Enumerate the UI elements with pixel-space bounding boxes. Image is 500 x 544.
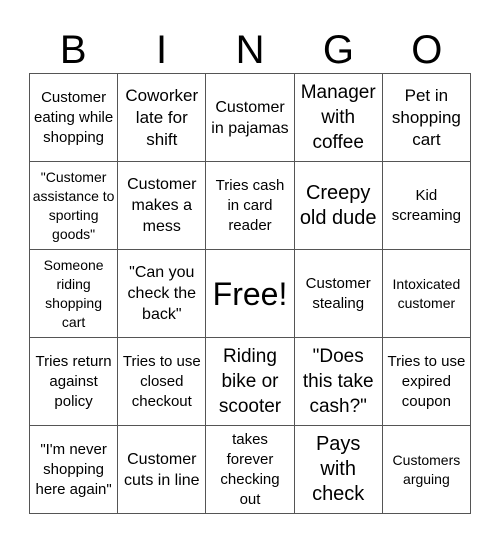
- bingo-header: B I N G O: [29, 26, 471, 74]
- bingo-cell[interactable]: "Customer assistance to sporting goods": [30, 162, 119, 250]
- bingo-cell[interactable]: Customer cuts in line: [118, 426, 207, 514]
- header-letter-n: N: [235, 28, 265, 72]
- header-letter-g: G: [322, 28, 354, 72]
- bingo-cell[interactable]: "Can you check the back": [118, 250, 207, 338]
- bingo-cell[interactable]: Kid screaming: [382, 162, 471, 250]
- bingo-cell[interactable]: Tries to use closed checkout: [118, 338, 207, 426]
- bingo-cell[interactable]: Customer makes a mess: [118, 162, 207, 250]
- bingo-cell[interactable]: Customer eating while shopping: [30, 74, 119, 162]
- header-letter-b: B: [59, 28, 87, 72]
- bingo-cell[interactable]: Customer stealing: [294, 250, 383, 338]
- bingo-cell[interactable]: Pet in shopping cart: [382, 74, 471, 162]
- bingo-cell[interactable]: takes forever checking out: [206, 426, 295, 514]
- bingo-cell[interactable]: Customers arguing: [382, 426, 471, 514]
- bingo-grid: Customer eating while shopping Coworker …: [29, 73, 471, 514]
- bingo-cell[interactable]: Someone riding shopping cart: [30, 250, 119, 338]
- bingo-cell[interactable]: Coworker late for shift: [118, 74, 207, 162]
- bingo-cell[interactable]: Manager with coffee: [294, 74, 383, 162]
- bingo-cell[interactable]: "I'm never shopping here again": [30, 426, 119, 514]
- bingo-cell[interactable]: Tries cash in card reader: [206, 162, 295, 250]
- bingo-cell[interactable]: Creepy old dude: [294, 162, 383, 250]
- bingo-cell[interactable]: Customer in pajamas: [206, 74, 295, 162]
- bingo-cell[interactable]: "Does this take cash?": [294, 338, 383, 426]
- bingo-cell[interactable]: Intoxicated customer: [382, 250, 471, 338]
- header-letter-o: O: [411, 28, 443, 72]
- bingo-cell[interactable]: Tries return against policy: [30, 338, 119, 426]
- bingo-cell[interactable]: Pays with check: [294, 426, 383, 514]
- free-space-cell[interactable]: Free!: [206, 250, 295, 338]
- bingo-cell[interactable]: Riding bike or scooter: [206, 338, 295, 426]
- bingo-cell[interactable]: Tries to use expired coupon: [382, 338, 471, 426]
- header-letter-i: I: [156, 28, 168, 72]
